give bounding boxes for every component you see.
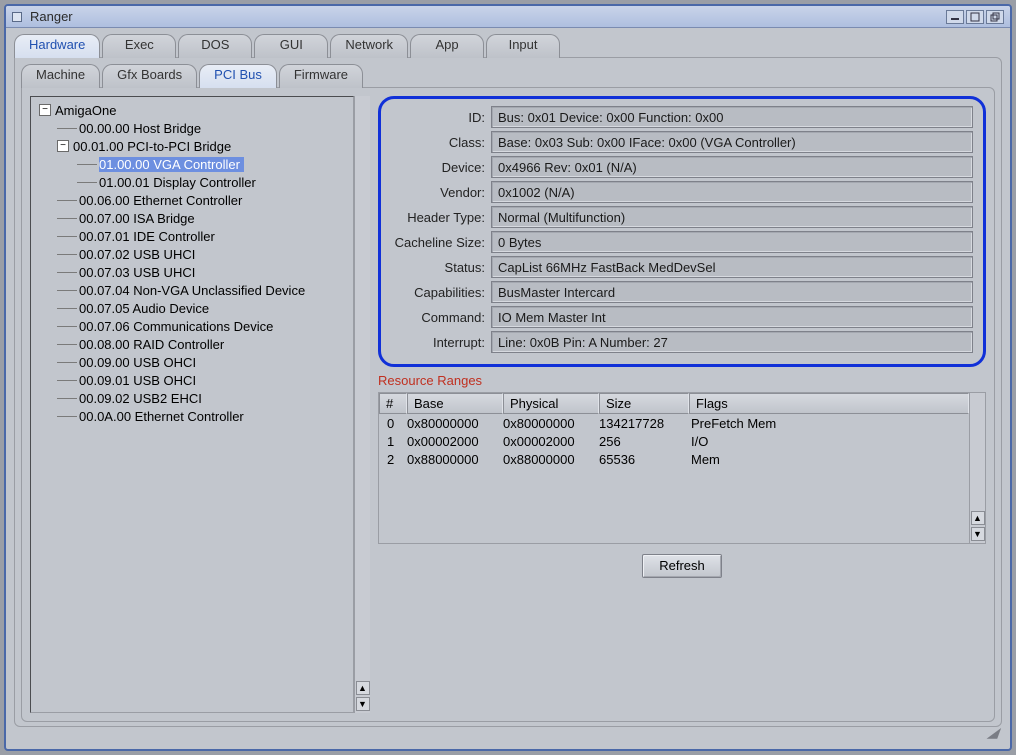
tree-branch-icon (57, 128, 77, 129)
tree-branch-icon (57, 380, 77, 381)
detail-label-device: Device: (391, 160, 491, 175)
detail-label-id: ID: (391, 110, 491, 125)
tree-branch-icon (57, 326, 77, 327)
app-window: Ranger HardwareExecDOSGUINetworkAppInput… (4, 4, 1012, 751)
resource-ranges-title: Resource Ranges (378, 373, 986, 388)
detail-label-interrupt: Interrupt: (391, 335, 491, 350)
detail-label-headertype: Header Type: (391, 210, 491, 225)
tree-item[interactable]: 01.00.01 Display Controller (99, 175, 256, 190)
tree-branch-icon (77, 164, 97, 165)
tree-root-label[interactable]: AmigaOne (55, 103, 116, 118)
tree-item[interactable]: 00.07.00 ISA Bridge (79, 211, 195, 226)
detail-label-cacheline: Cacheline Size: (391, 235, 491, 250)
resource-table-body: 00x800000000x80000000134217728PreFetch M… (379, 414, 969, 543)
tree-scrollbar[interactable]: ▲ ▼ (354, 96, 370, 713)
detail-label-capabilities: Capabilities: (391, 285, 491, 300)
tab-hardware[interactable]: Hardware (14, 34, 100, 58)
tree-item[interactable]: 00.07.01 IDE Controller (79, 229, 215, 244)
tree-item[interactable]: 00.0A.00 Ethernet Controller (79, 409, 244, 424)
tree-item[interactable]: 01.00.00 VGA Controller (99, 157, 244, 172)
detail-label-vendor: Vendor: (391, 185, 491, 200)
tab-input[interactable]: Input (486, 34, 560, 58)
col-size[interactable]: Size (599, 393, 689, 414)
tree-branch-icon (57, 254, 77, 255)
scroll-up-icon[interactable]: ▲ (971, 511, 985, 525)
tree-item[interactable]: 00.07.02 USB UHCI (79, 247, 195, 262)
resource-row[interactable]: 10x000020000x00002000256I/O (379, 434, 969, 452)
tree-item[interactable]: 00.08.00 RAID Controller (79, 337, 224, 352)
scroll-up-icon[interactable]: ▲ (356, 681, 370, 695)
detail-value-headertype: Normal (Multifunction) (491, 206, 973, 228)
minimize-button[interactable] (946, 10, 964, 24)
col-index[interactable]: # (379, 393, 407, 414)
device-details: ID:Bus: 0x01 Device: 0x00 Function: 0x00… (378, 96, 986, 367)
tree-item[interactable]: 00.09.01 USB OHCI (79, 373, 196, 388)
tree-branch-icon (77, 182, 97, 183)
titlebar[interactable]: Ranger (6, 6, 1010, 28)
tree-branch-icon (57, 416, 77, 417)
detail-label-command: Command: (391, 310, 491, 325)
detail-value-vendor: 0x1002 (N/A) (491, 181, 973, 203)
tree-branch-icon (57, 236, 77, 237)
tab-gui[interactable]: GUI (254, 34, 328, 58)
window-title: Ranger (30, 9, 938, 24)
tree-item[interactable]: 00.07.06 Communications Device (79, 319, 273, 334)
detail-value-interrupt: Line: 0x0B Pin: A Number: 27 (491, 331, 973, 353)
tab-exec[interactable]: Exec (102, 34, 176, 58)
tree-branch-icon (57, 398, 77, 399)
pci-tree[interactable]: −AmigaOne00.00.00 Host Bridge−00.01.00 P… (31, 97, 353, 712)
scroll-down-icon[interactable]: ▼ (356, 697, 370, 711)
scroll-down-icon[interactable]: ▼ (971, 527, 985, 541)
subtab-pci-bus[interactable]: PCI Bus (199, 64, 277, 88)
tree-item[interactable]: 00.09.00 USB OHCI (79, 355, 196, 370)
tree-item[interactable]: 00.09.02 USB2 EHCI (79, 391, 202, 406)
tree-branch-icon (57, 272, 77, 273)
col-base[interactable]: Base (407, 393, 503, 414)
tab-network[interactable]: Network (330, 34, 408, 58)
tree-branch-icon (57, 200, 77, 201)
tree-branch-icon (57, 218, 77, 219)
tree-collapse-icon[interactable]: − (57, 140, 69, 152)
tree-item[interactable]: 00.07.03 USB UHCI (79, 265, 195, 280)
tree-item[interactable]: 00.00.00 Host Bridge (79, 121, 201, 136)
sub-tabs: MachineGfx BoardsPCI BusFirmware (21, 64, 995, 88)
subtab-gfx-boards[interactable]: Gfx Boards (102, 64, 197, 88)
tree-branch-icon (57, 290, 77, 291)
detail-label-class: Class: (391, 135, 491, 150)
tree-branch-icon (57, 308, 77, 309)
tree-item[interactable]: 00.06.00 Ethernet Controller (79, 193, 242, 208)
detail-value-capabilities: BusMaster Intercard (491, 281, 973, 303)
col-physical[interactable]: Physical (503, 393, 599, 414)
refresh-button[interactable]: Refresh (642, 554, 722, 578)
detail-value-command: IO Mem Master Int (491, 306, 973, 328)
tree-branch-icon (57, 362, 77, 363)
resource-row[interactable]: 20x880000000x8800000065536Mem (379, 452, 969, 470)
tree-collapse-icon[interactable]: − (39, 104, 51, 116)
detail-value-id: Bus: 0x01 Device: 0x00 Function: 0x00 (491, 106, 973, 128)
subtab-firmware[interactable]: Firmware (279, 64, 363, 88)
window-menu-icon[interactable] (12, 12, 22, 22)
resource-table-header: # Base Physical Size Flags (379, 393, 969, 414)
detail-value-cacheline: 0 Bytes (491, 231, 973, 253)
tree-branch-icon (57, 344, 77, 345)
restore-button[interactable] (986, 10, 1004, 24)
tree-item[interactable]: 00.07.05 Audio Device (79, 301, 209, 316)
detail-label-status: Status: (391, 260, 491, 275)
detail-value-status: CapList 66MHz FastBack MedDevSel (491, 256, 973, 278)
detail-value-class: Base: 0x03 Sub: 0x00 IFace: 0x00 (VGA Co… (491, 131, 973, 153)
resize-grip[interactable]: ◢ (14, 727, 1002, 741)
table-scrollbar[interactable]: ▲ ▼ (969, 393, 985, 543)
pci-tree-panel: −AmigaOne00.00.00 Host Bridge−00.01.00 P… (30, 96, 354, 713)
tree-item[interactable]: 00.07.04 Non-VGA Unclassified Device (79, 283, 305, 298)
resource-row[interactable]: 00x800000000x80000000134217728PreFetch M… (379, 416, 969, 434)
maximize-button[interactable] (966, 10, 984, 24)
tree-item[interactable]: 00.01.00 PCI-to-PCI Bridge (73, 139, 231, 154)
tab-dos[interactable]: DOS (178, 34, 252, 58)
main-tabs: HardwareExecDOSGUINetworkAppInput (14, 34, 1002, 58)
tab-app[interactable]: App (410, 34, 484, 58)
subtab-machine[interactable]: Machine (21, 64, 100, 88)
detail-value-device: 0x4966 Rev: 0x01 (N/A) (491, 156, 973, 178)
col-flags[interactable]: Flags (689, 393, 969, 414)
